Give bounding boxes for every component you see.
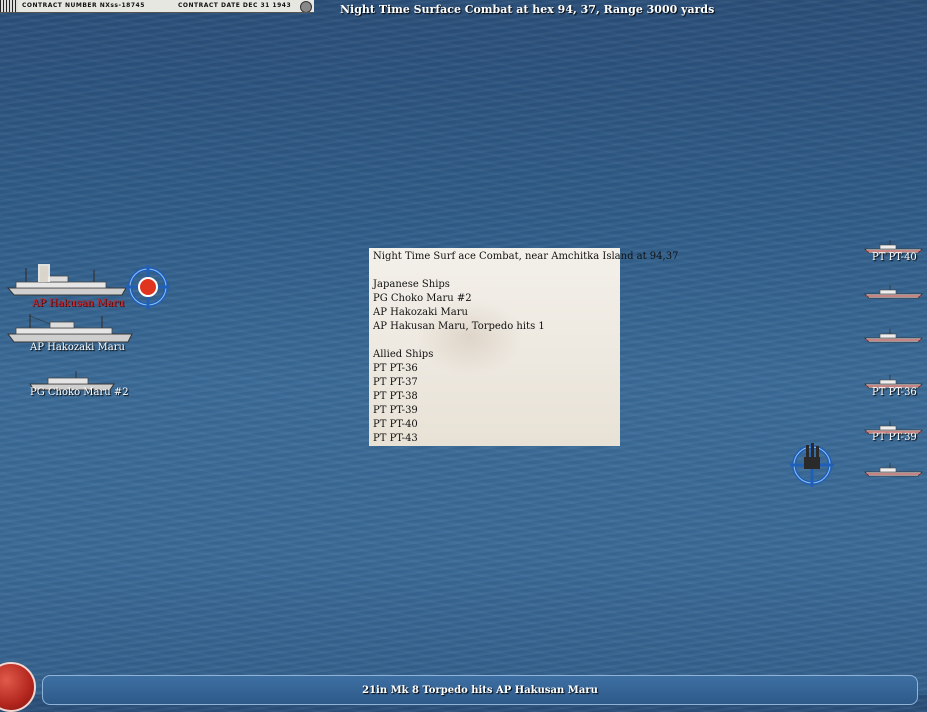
combat-info-panel: Night Time Surf ace Combat, near Amchitk…	[369, 248, 679, 446]
allied-ship-line: PT PT-37	[373, 377, 418, 388]
ship-pt-boat[interactable]	[864, 463, 924, 477]
allied-ship-line: PT PT-43	[373, 433, 418, 444]
ship-pt-boat[interactable]	[864, 329, 924, 343]
seal-icon	[300, 1, 312, 12]
contract-number: CONTRACT NUMBER NXss-18745	[22, 2, 145, 9]
pt-boat-attack-icon[interactable]	[790, 443, 834, 487]
info-heading: Night Time Surf ace Combat, near Amchitk…	[373, 251, 679, 262]
crosshair-reticle-icon[interactable]	[126, 265, 170, 309]
contract-date: CONTRACT DATE DEC 31 1943	[178, 2, 292, 9]
allied-ship-line: PT PT-39	[373, 405, 418, 416]
message-bar: 21in Mk 8 Torpedo hits AP Hakusan Maru	[42, 675, 918, 705]
japanese-ship-line: AP Hakusan Maru, Torpedo hits 1	[373, 321, 545, 332]
allied-ships-header: Allied Ships	[373, 349, 434, 360]
ship-label: AP Hakusan Maru	[32, 298, 125, 309]
pt-boat-icon	[864, 329, 923, 343]
pt-boat-icon	[864, 463, 923, 477]
allied-ship-line: PT PT-36	[373, 363, 418, 374]
allied-ship-line: PT PT-40	[373, 419, 418, 430]
cargo-ship-icon	[6, 264, 127, 296]
pt-boat-icon	[864, 285, 923, 299]
ship-ap-hakozaki-maru[interactable]	[6, 312, 136, 344]
ship-ap-hakusan-maru[interactable]	[6, 262, 130, 298]
ship-pt-boat[interactable]	[864, 285, 924, 299]
cargo-ship-icon	[7, 314, 133, 343]
ship-label: PT PT-40	[872, 252, 917, 263]
combat-title: Night Time Surface Combat at hex 94, 37,…	[340, 3, 715, 16]
japanese-ships-header: Japanese Ships	[373, 279, 450, 290]
red-round-button[interactable]	[0, 662, 36, 712]
japanese-ship-line: AP Hakozaki Maru	[373, 307, 468, 318]
contract-banner: CONTRACT NUMBER NXss-18745 CONTRACT DATE…	[0, 0, 314, 13]
ship-label: PT PT-36	[872, 387, 917, 398]
japanese-ship-line: PG Choko Maru #2	[373, 293, 472, 304]
barcode-stripe	[0, 0, 18, 12]
ship-label: PT PT-39	[872, 432, 917, 443]
allied-ship-line: PT PT-38	[373, 391, 418, 402]
ship-label: AP Hakozaki Maru	[30, 342, 125, 353]
ship-label: PG Choko Maru #2	[30, 387, 129, 398]
combat-message: 21in Mk 8 Torpedo hits AP Hakusan Maru	[362, 685, 598, 696]
